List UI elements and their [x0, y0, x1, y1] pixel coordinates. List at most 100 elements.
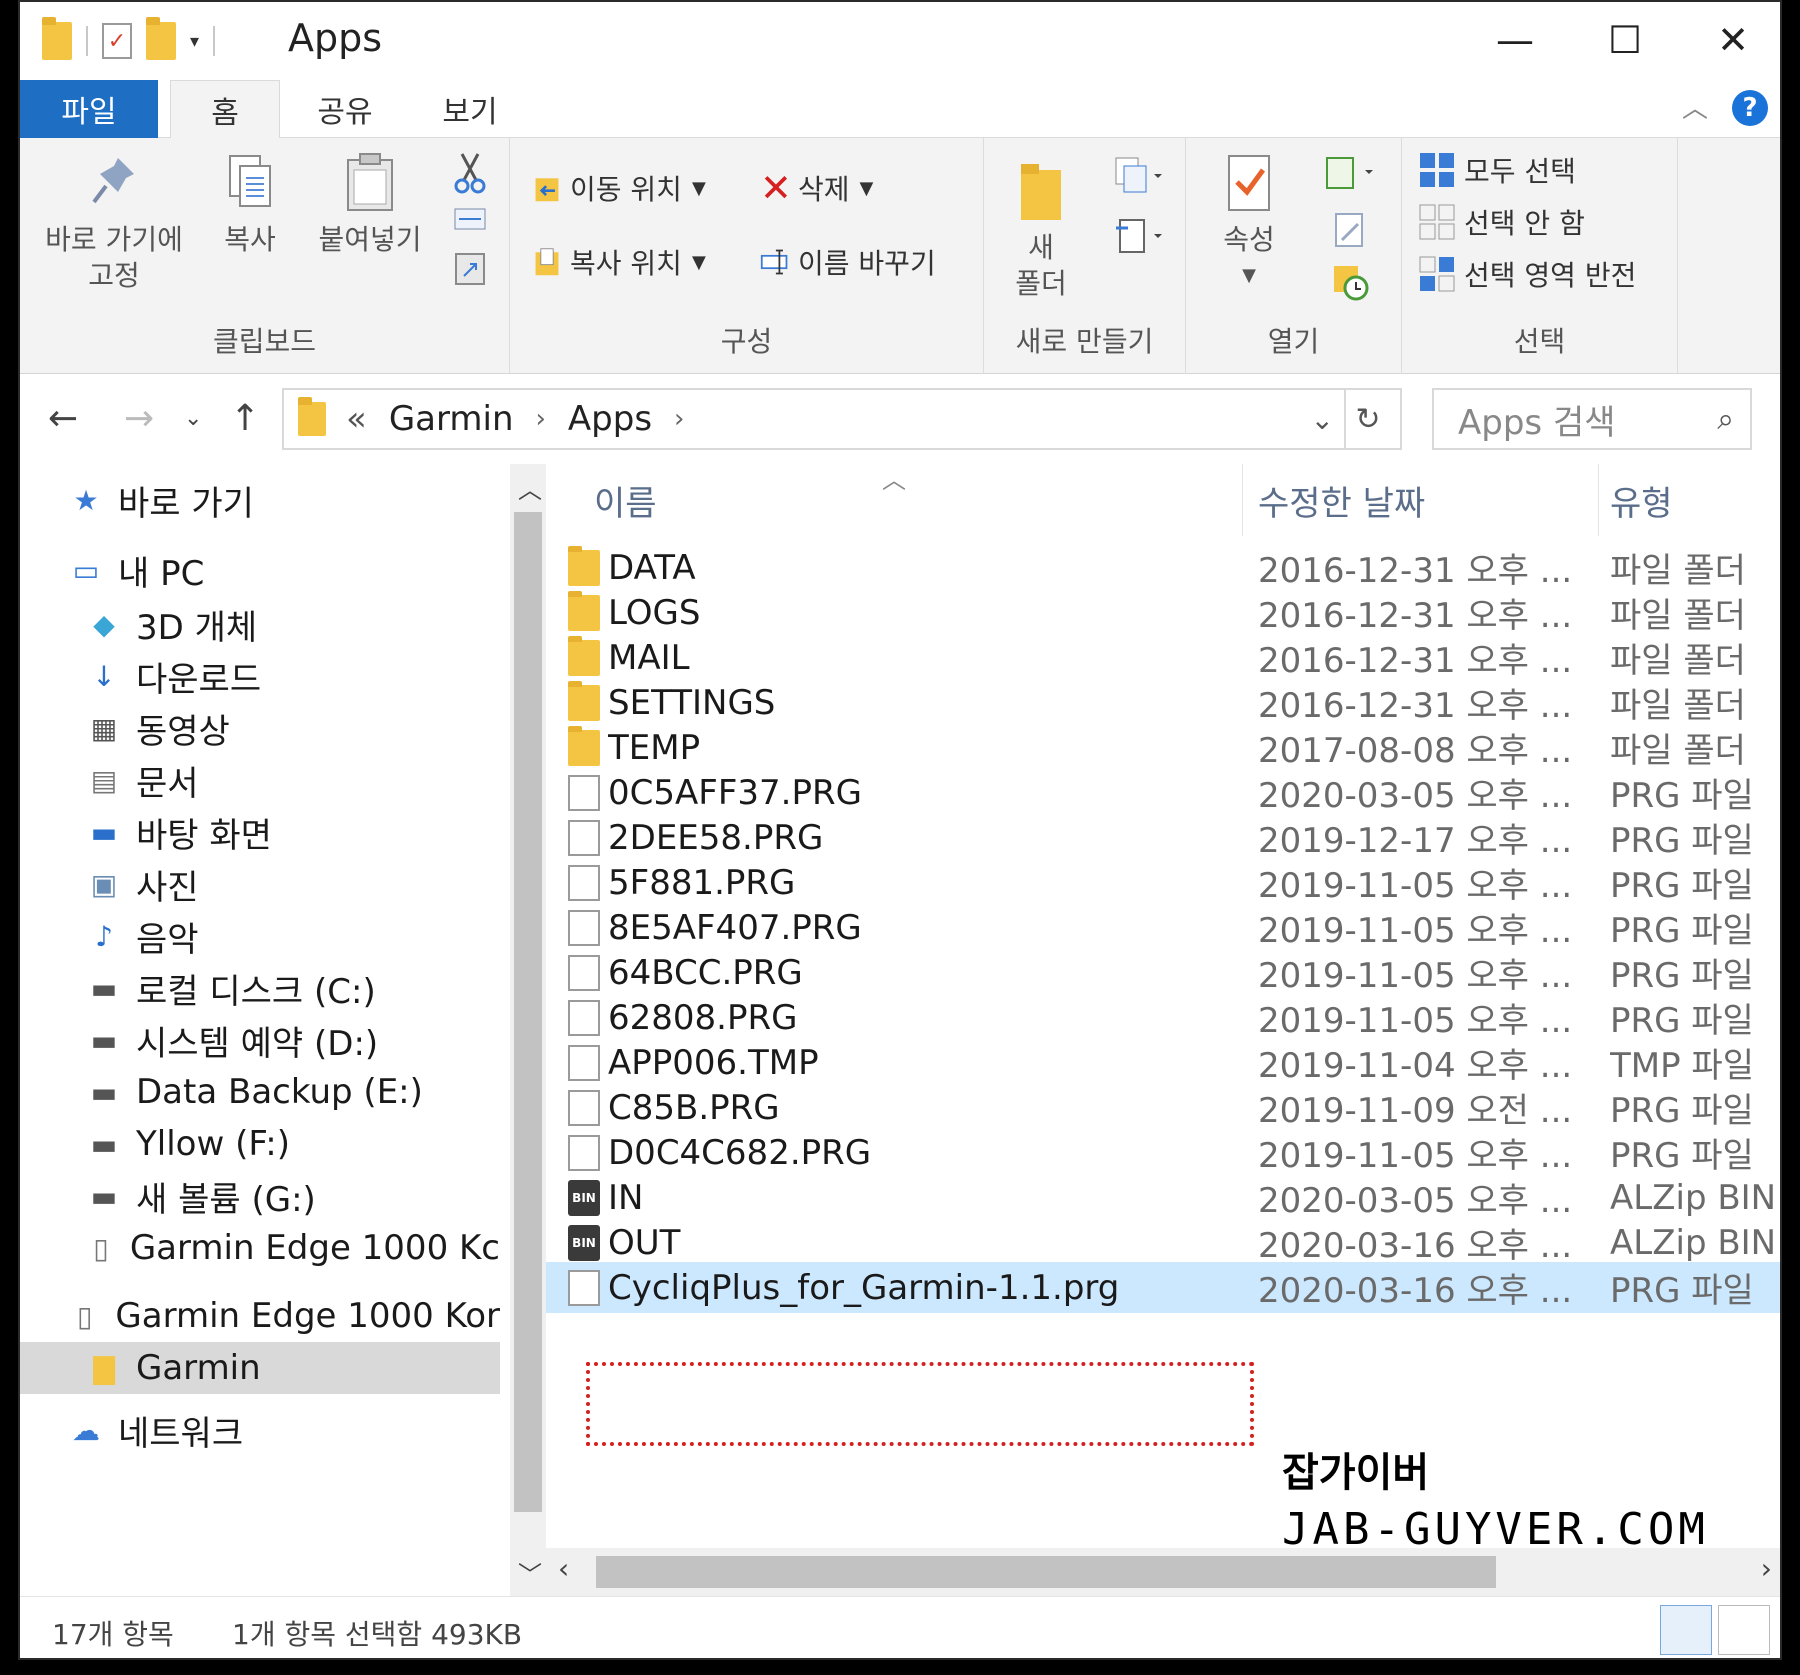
paste-button[interactable]: 붙여넣기 [310, 152, 430, 258]
nav-item[interactable]: ▦ 동영상 [20, 702, 500, 754]
nav-item[interactable]: ☁ 네트워크 [20, 1404, 500, 1456]
nav-item[interactable]: ▇ Garmin [20, 1342, 500, 1394]
nav-item[interactable]: ▯ Garmin Edge 1000 Kor [20, 1290, 500, 1342]
drive-icon: ▬ [90, 1179, 118, 1213]
forward-arrow-icon[interactable]: → [124, 398, 154, 439]
nav-item[interactable]: ▬ 시스템 예약 (D:) [20, 1014, 500, 1066]
select-all-button[interactable]: 모두 선택 [1418, 150, 1576, 190]
copy-to-button[interactable]: 복사 위치 ▼ [532, 242, 706, 282]
cut-button[interactable] [450, 152, 490, 194]
column-divider[interactable] [1242, 464, 1243, 536]
invert-selection-button[interactable]: 선택 영역 반전 [1418, 254, 1636, 294]
nav-item[interactable]: ▬ 로컬 디스크 (C:) [20, 962, 500, 1014]
scroll-right-icon[interactable]: › [1761, 1552, 1772, 1585]
properties-button[interactable]: 속성 ▼ [1204, 152, 1294, 294]
delete-button[interactable]: ✕ 삭제 ▼ [760, 168, 873, 208]
new-item-button[interactable] [1104, 156, 1174, 196]
open-button[interactable] [1320, 152, 1380, 192]
nav-item[interactable]: ★ 바로 가기 [20, 474, 500, 526]
search-box[interactable]: Apps 검색 ⌕ [1432, 388, 1752, 450]
column-divider[interactable] [1598, 464, 1599, 536]
refresh-icon[interactable]: ↻ [1344, 390, 1390, 448]
nav-item[interactable]: ▯ Garmin Edge 1000 Kc [20, 1222, 500, 1274]
nav-scrollbar[interactable]: ︿ ﹀ [510, 464, 546, 1596]
close-button[interactable]: ✕ [1688, 10, 1778, 70]
up-arrow-icon[interactable]: ↑ [230, 398, 260, 439]
easy-access-button[interactable] [1104, 216, 1174, 256]
large-icons-view-icon[interactable] [1718, 1605, 1770, 1655]
address-bar[interactable]: « Garmin › Apps › ⌄ ↻ [282, 388, 1402, 450]
nav-item[interactable]: ▬ Data Backup (E:) [20, 1066, 500, 1118]
file-row[interactable]: APP006.TMP 2019-11-04 오후 ... TMP 파일 [546, 1037, 1780, 1088]
file-row[interactable]: 5F881.PRG 2019-11-05 오후 ... PRG 파일 [546, 857, 1780, 908]
file-row[interactable]: CycliqPlus_for_Garmin-1.1.prg 2020-03-16 … [546, 1262, 1780, 1313]
edit-button[interactable] [1320, 210, 1380, 250]
nav-item[interactable]: ◆ 3D 개체 [20, 598, 500, 650]
file-row[interactable]: DATA 2016-12-31 오후 ... 파일 폴더 [546, 542, 1780, 593]
column-header-type[interactable]: 유형 [1610, 470, 1673, 530]
tab-share[interactable]: 공유 [290, 80, 400, 138]
minimize-button[interactable]: — [1470, 10, 1560, 70]
file-row[interactable]: 0C5AFF37.PRG 2020-03-05 오후 ... PRG 파일 [546, 767, 1780, 818]
new-folder-button[interactable]: 새 폴더 [996, 160, 1086, 302]
horizontal-scrollbar[interactable]: ‹ › [546, 1548, 1780, 1596]
file-row[interactable]: MAIL 2016-12-31 오후 ... 파일 폴더 [546, 632, 1780, 683]
overflow-crumb[interactable]: « [346, 399, 367, 439]
open-icon [1326, 157, 1373, 189]
move-to-button[interactable]: 이동 위치 ▼ [532, 168, 706, 208]
nav-item[interactable]: ▬ Yllow (F:) [20, 1118, 500, 1170]
rename-button[interactable]: 이름 바꾸기 [760, 242, 936, 282]
new-folder-qat-icon[interactable] [146, 17, 176, 60]
column-header-date[interactable]: 수정한 날짜 [1258, 470, 1425, 530]
customize-qat-dropdown-icon[interactable]: ▾ [190, 31, 199, 52]
file-row[interactable]: SETTINGS 2016-12-31 오후 ... 파일 폴더 [546, 677, 1780, 728]
file-row[interactable]: LOGS 2016-12-31 오후 ... 파일 폴더 [546, 587, 1780, 638]
breadcrumb-separator-icon[interactable]: › [536, 404, 546, 434]
nav-item[interactable]: ▬ 새 볼륨 (G:) [20, 1170, 500, 1222]
file-row[interactable]: 2DEE58.PRG 2019-12-17 오후 ... PRG 파일 [546, 812, 1780, 863]
nav-item[interactable]: ▭ 내 PC [20, 544, 500, 596]
properties-qat-icon[interactable]: ✓ [102, 23, 132, 59]
nav-item[interactable]: ↓ 다운로드 [20, 650, 500, 702]
file-row[interactable]: 64BCC.PRG 2019-11-05 오후 ... PRG 파일 [546, 947, 1780, 998]
collapse-ribbon-icon[interactable]: ︿ [1682, 88, 1708, 125]
search-icon[interactable]: ⌕ [1717, 402, 1734, 437]
back-arrow-icon[interactable]: ← [48, 398, 78, 439]
file-row[interactable]: TEMP 2017-08-08 오후 ... 파일 폴더 [546, 722, 1780, 773]
file-row[interactable]: 62808.PRG 2019-11-05 오후 ... PRG 파일 [546, 992, 1780, 1043]
file-row[interactable]: C85B.PRG 2019-11-09 오전 ... PRG 파일 [546, 1082, 1780, 1133]
paste-shortcut-button[interactable] [450, 250, 490, 286]
file-name: CycliqPlus_for_Garmin-1.1.prg [608, 1267, 1120, 1308]
history-button[interactable] [1320, 262, 1380, 302]
nav-item[interactable]: ♪ 음악 [20, 910, 500, 962]
file-row[interactable]: BINOUT 2020-03-16 오후 ... ALZip BIN F [546, 1217, 1780, 1268]
nav-item[interactable]: ▤ 문서 [20, 754, 500, 806]
details-view-icon[interactable] [1660, 1605, 1712, 1655]
address-history-chevron-icon[interactable]: ⌄ [1311, 403, 1334, 436]
file-row[interactable]: BININ 2020-03-05 오후 ... ALZip BIN F [546, 1172, 1780, 1223]
file-row[interactable]: D0C4C682.PRG 2019-11-05 오후 ... PRG 파일 [546, 1127, 1780, 1178]
breadcrumb-separator-icon[interactable]: › [674, 404, 684, 434]
column-header-name[interactable]: 이름 [594, 470, 657, 530]
scroll-down-icon[interactable]: ﹀ [518, 1555, 542, 1590]
tab-file[interactable]: 파일 [20, 80, 158, 138]
pin-quick-access-button[interactable]: 바로 가기에 고정 [34, 152, 194, 294]
horizontal-scroll-thumb[interactable] [596, 1556, 1496, 1588]
help-icon[interactable]: ? [1732, 90, 1768, 126]
scroll-left-icon[interactable]: ‹ [558, 1552, 569, 1585]
search-input[interactable]: Apps 검색 [1458, 395, 1616, 444]
select-none-button[interactable]: 선택 안 함 [1418, 202, 1585, 242]
breadcrumb-apps[interactable]: Apps [568, 399, 652, 439]
file-row[interactable]: 8E5AF407.PRG 2019-11-05 오후 ... PRG 파일 [546, 902, 1780, 953]
nav-item[interactable]: ▬ 바탕 화면 [20, 806, 500, 858]
breadcrumb-garmin[interactable]: Garmin [389, 399, 514, 439]
nav-scroll-thumb[interactable] [514, 512, 542, 1512]
tab-home[interactable]: 홈 [170, 80, 280, 138]
copy-path-button[interactable] [450, 208, 490, 230]
tab-view[interactable]: 보기 [410, 80, 530, 138]
maximize-button[interactable]: ☐ [1580, 10, 1670, 70]
nav-item[interactable]: ▣ 사진 [20, 858, 500, 910]
recent-locations-chevron-icon[interactable]: ⌄ [184, 406, 202, 431]
copy-button[interactable]: 복사 [210, 152, 290, 258]
scroll-up-icon[interactable]: ︿ [518, 470, 542, 505]
